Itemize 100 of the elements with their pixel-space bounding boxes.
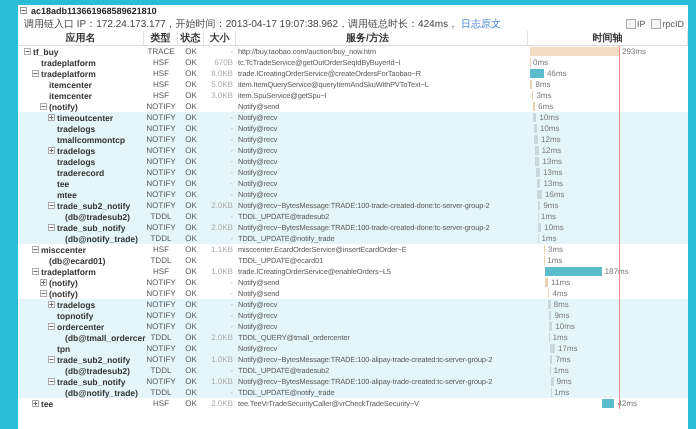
duration-label: 4ms bbox=[552, 289, 568, 298]
app-name: tradelogs bbox=[57, 156, 96, 166]
size-cell: 3.0KB bbox=[211, 91, 233, 100]
type-cell-text: TDDL bbox=[150, 234, 172, 243]
column-header: 应用名 bbox=[18, 31, 144, 45]
app-name: trade_sub2_notify bbox=[57, 200, 130, 210]
collapse-icon[interactable] bbox=[20, 7, 27, 14]
type-cell-text: NOTIFY bbox=[145, 289, 177, 298]
collapse-icon[interactable] bbox=[48, 202, 55, 209]
type-cell-text: HSF bbox=[152, 267, 170, 276]
type-cell-text: HSF bbox=[152, 69, 170, 78]
status-cell-text: OK bbox=[184, 179, 198, 188]
app-name: traderecord bbox=[57, 168, 104, 178]
expand-icon[interactable] bbox=[32, 400, 39, 407]
expand-icon[interactable] bbox=[48, 301, 55, 308]
type-cell-text: HSF bbox=[152, 399, 170, 408]
type-cell-text: NOTIFY bbox=[145, 300, 177, 309]
expand-icon[interactable] bbox=[48, 147, 55, 154]
type-cell-text: HSF bbox=[152, 58, 170, 67]
size-cell: - bbox=[230, 179, 233, 188]
expand-icon[interactable] bbox=[48, 114, 55, 121]
app-name: trade_sub_notify bbox=[57, 222, 126, 232]
collapse-icon[interactable] bbox=[32, 70, 39, 77]
type-cell-text: NOTIFY bbox=[145, 168, 177, 177]
status-cell-text: OK bbox=[184, 256, 198, 265]
app-name: (notify) bbox=[49, 288, 78, 298]
app-name: tf_buy bbox=[33, 46, 58, 56]
size-cell: - bbox=[230, 146, 233, 155]
log-link[interactable]: 日志原文 bbox=[461, 16, 502, 30]
size-cell: 1.0KB bbox=[211, 355, 233, 364]
duration-label: 9ms bbox=[554, 311, 570, 320]
collapse-icon[interactable] bbox=[48, 378, 55, 385]
type-cell-text: HSF bbox=[152, 80, 170, 89]
size-cell: 2.0KB bbox=[211, 399, 233, 408]
type-cell-text: NOTIFY bbox=[145, 102, 177, 111]
size-cell: - bbox=[230, 124, 233, 133]
collapse-icon[interactable] bbox=[24, 48, 31, 55]
size-cell: - bbox=[230, 47, 233, 56]
type-cell-text: NOTIFY bbox=[145, 190, 177, 199]
trace-id: ac18adb113661968589621810 bbox=[31, 6, 157, 16]
collapse-icon[interactable] bbox=[32, 268, 39, 275]
duration-label: 46ms bbox=[546, 69, 567, 78]
app-name: (db@ecard01) bbox=[49, 256, 106, 266]
size-cell: 8.0KB bbox=[211, 69, 233, 78]
duration-label: 3ms bbox=[536, 91, 552, 100]
type-cell-text: NOTIFY bbox=[145, 113, 177, 122]
app-name: tradelogs bbox=[57, 124, 96, 134]
status-cell-text: OK bbox=[184, 344, 198, 353]
size-cell: - bbox=[230, 157, 233, 166]
type-cell-text: HSF bbox=[152, 245, 170, 254]
status-cell-text: OK bbox=[184, 388, 198, 397]
size-cell: - bbox=[230, 388, 233, 397]
collapse-icon[interactable] bbox=[40, 290, 47, 297]
collapse-icon[interactable] bbox=[40, 103, 47, 110]
type-cell-text: NOTIFY bbox=[145, 278, 177, 287]
checkbox[interactable] bbox=[626, 18, 636, 28]
checkbox-label: rpcID bbox=[662, 18, 684, 28]
app-name: tee bbox=[41, 398, 54, 408]
type-cell-text: NOTIFY bbox=[145, 124, 177, 133]
collapse-icon[interactable] bbox=[48, 356, 55, 363]
app-name: (db@tradesub2) bbox=[65, 366, 130, 376]
checkbox[interactable] bbox=[651, 18, 662, 28]
type-cell-text: NOTIFY bbox=[145, 377, 177, 386]
size-cell: 1.0KB bbox=[211, 377, 233, 386]
status-cell-text: OK bbox=[184, 377, 198, 386]
app-name: itemcenter bbox=[49, 90, 92, 100]
checkbox-label: IP bbox=[636, 18, 646, 28]
status-cell-text: OK bbox=[184, 190, 198, 199]
duration-label: 11ms bbox=[551, 278, 570, 287]
duration-label: 10ms bbox=[540, 124, 560, 133]
expand-icon[interactable] bbox=[40, 279, 47, 286]
duration-label: 16ms bbox=[544, 190, 564, 199]
type-cell-text: TRACE bbox=[146, 47, 176, 56]
collapse-icon[interactable] bbox=[48, 224, 55, 231]
duration-label: 9ms bbox=[556, 377, 572, 386]
status-cell-text: OK bbox=[184, 157, 198, 166]
status-cell-text: OK bbox=[184, 300, 198, 309]
duration-label: 293ms bbox=[622, 47, 646, 56]
type-cell-text: NOTIFY bbox=[145, 146, 177, 155]
column-header: 类型 bbox=[144, 31, 178, 45]
status-cell-text: OK bbox=[184, 223, 198, 232]
app-name: itemcenter bbox=[49, 80, 92, 90]
app-name: tradelogs bbox=[57, 146, 96, 156]
size-cell: - bbox=[230, 190, 233, 199]
duration-label: 8ms bbox=[535, 80, 551, 89]
column-header: 大小 bbox=[204, 31, 236, 45]
app-name: ordercenter bbox=[57, 322, 104, 332]
collapse-icon[interactable] bbox=[32, 246, 39, 253]
collapse-icon[interactable] bbox=[48, 323, 55, 330]
app-name: tpn bbox=[57, 344, 70, 354]
status-cell-text: OK bbox=[184, 135, 198, 144]
app-name: (db@tradesub2) bbox=[65, 212, 130, 222]
app-name: tee bbox=[57, 178, 70, 188]
size-cell: - bbox=[230, 366, 233, 375]
app-name: tradeplatform bbox=[41, 68, 96, 78]
size-cell: 1.0KB bbox=[211, 267, 233, 276]
column-header: 时间轴 bbox=[528, 31, 688, 45]
trace-info: 调用链入口 IP：172.24.173.177，开始时间：2013-04-17 19:07:38.962，调用链总时长：424ms， bbox=[24, 18, 458, 30]
duration-label: 1ms bbox=[554, 388, 570, 397]
duration-label: 1ms bbox=[552, 333, 568, 342]
